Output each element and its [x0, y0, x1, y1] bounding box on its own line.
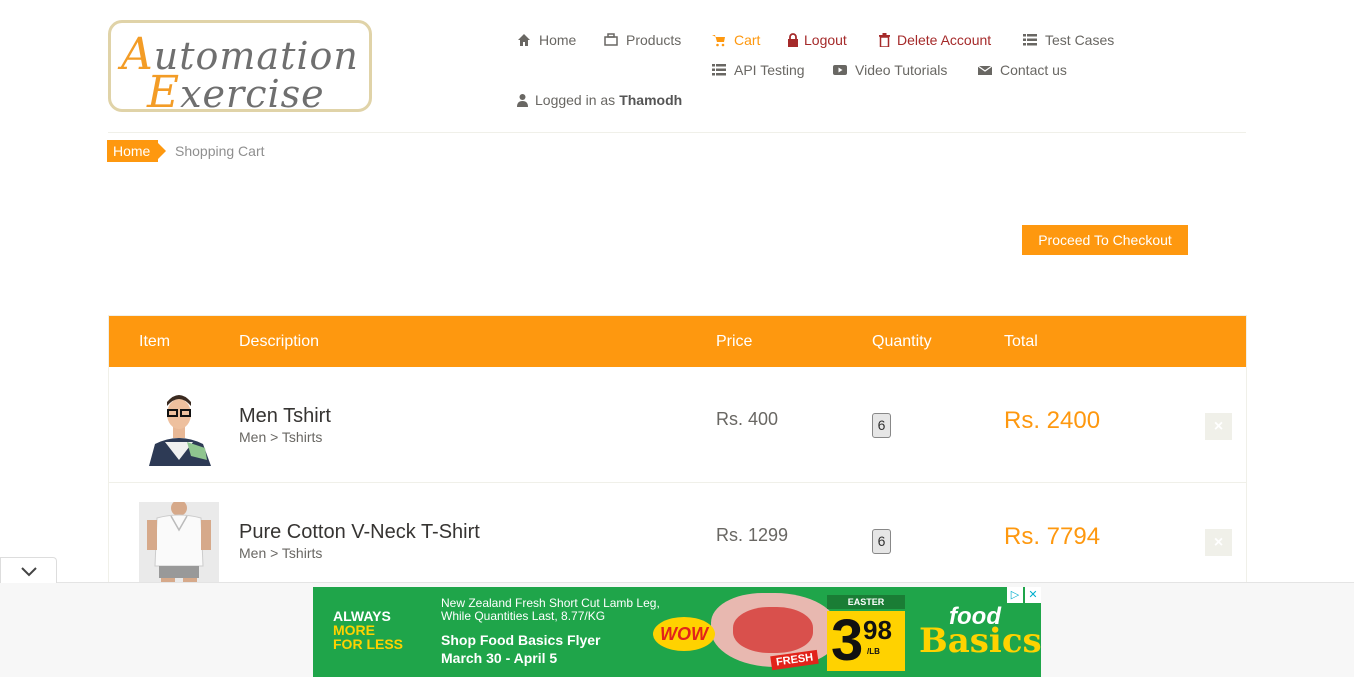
cart-table-header: Item Description Price Quantity Total — [109, 316, 1246, 367]
product-image[interactable] — [139, 386, 219, 466]
product-category: Men > Tshirts — [239, 429, 323, 445]
home-icon — [518, 34, 530, 46]
close-icon: × — [1213, 534, 1224, 551]
nav-video-tutorials[interactable]: Video Tutorials — [833, 62, 947, 78]
list-icon — [1023, 34, 1037, 46]
header-price: Price — [716, 333, 753, 350]
breadcrumb-current: Shopping Cart — [175, 143, 265, 159]
nav-cart[interactable]: Cart — [712, 32, 760, 48]
delete-item-button[interactable]: × — [1205, 413, 1232, 440]
ad-meat-image-center — [733, 607, 813, 653]
nav-home[interactable]: Home — [517, 32, 576, 48]
trash-icon — [879, 33, 890, 47]
nav-contact-us[interactable]: Contact us — [978, 62, 1067, 78]
nav-contact-us-label: Contact us — [1000, 62, 1067, 78]
product-thumbnail — [149, 395, 211, 466]
header-quantity: Quantity — [872, 333, 932, 350]
main-nav: Home Products Cart Logout Delete Account… — [0, 0, 1354, 130]
chevron-down-icon — [21, 567, 37, 577]
nav-cart-label: Cart — [734, 32, 761, 48]
nav-products[interactable]: Products — [604, 32, 681, 48]
header-description: Description — [239, 333, 320, 350]
nav-video-tutorials-label: Video Tutorials — [855, 62, 948, 78]
ad-flyer-text: Shop Food Basics Flyer March 30 - April … — [441, 632, 601, 666]
adchoices-icon[interactable]: ▷ — [1007, 587, 1023, 603]
proceed-to-checkout-button[interactable]: Proceed To Checkout — [1022, 225, 1188, 255]
user-icon — [517, 94, 528, 107]
product-price: Rs. 1299 — [716, 525, 789, 545]
shopping-cart-icon — [712, 35, 725, 47]
header-item: Item — [139, 333, 171, 350]
ad-brand-basics: Basics — [919, 621, 1041, 661]
nav-api-testing-label: API Testing — [734, 62, 805, 78]
nav-test-cases-label: Test Cases — [1045, 32, 1115, 48]
ad-slogan: ALWAYS MORE FOR LESS — [333, 608, 404, 652]
nav-logout[interactable]: Logout — [788, 32, 847, 48]
nav-delete-account-label: Delete Account — [897, 32, 992, 48]
product-thumbnail — [139, 502, 219, 582]
product-box-icon — [604, 33, 618, 46]
nav-test-cases[interactable]: Test Cases — [1023, 32, 1114, 48]
product-image[interactable] — [139, 502, 219, 582]
product-total: Rs. 7794 — [1004, 523, 1101, 550]
product-category: Men > Tshirts — [239, 545, 323, 561]
product-name-link[interactable]: Pure Cotton V-Neck T-Shirt — [239, 521, 480, 544]
quantity-display: 6 — [872, 529, 891, 554]
list-icon — [712, 64, 726, 76]
ad-wow-badge: WOW — [653, 617, 715, 651]
quantity-display: 6 — [872, 413, 891, 438]
close-icon: × — [1213, 418, 1224, 435]
breadcrumb-home[interactable]: Home — [107, 140, 167, 162]
cart-table: Item Description Price Quantity Total Me… — [108, 315, 1247, 615]
product-price: Rs. 400 — [716, 409, 779, 429]
advertisement-banner[interactable]: ALWAYS MORE FOR LESS New Zealand Fresh S… — [313, 587, 1041, 677]
table-row: Men Tshirt Men > Tshirts Rs. 400 6 Rs. 2… — [109, 367, 1246, 483]
logged-in-prefix: Logged in as — [535, 92, 616, 108]
ad-easter-label: EASTER SAVINGS — [827, 595, 905, 621]
ad-price-box: 3 98 /LB — [827, 611, 905, 671]
logged-in-username: Thamodh — [619, 92, 683, 108]
product-total: Rs. 2400 — [1004, 407, 1101, 434]
header-total: Total — [1004, 333, 1038, 350]
youtube-play-icon — [833, 65, 847, 75]
nav-logout-label: Logout — [804, 32, 847, 48]
nav-products-label: Products — [626, 32, 682, 48]
header-divider — [108, 132, 1246, 133]
nav-api-testing[interactable]: API Testing — [712, 62, 805, 78]
nav-home-label: Home — [539, 32, 577, 48]
ad-collapse-button[interactable] — [0, 557, 57, 583]
product-name-link[interactable]: Men Tshirt — [239, 405, 331, 428]
nav-delete-account[interactable]: Delete Account — [879, 32, 991, 48]
delete-item-button[interactable]: × — [1205, 529, 1232, 556]
logged-in-status: Logged in as Thamodh — [517, 92, 682, 108]
envelope-icon — [978, 65, 992, 75]
ad-close-icon[interactable]: ✕ — [1025, 587, 1041, 603]
lock-icon — [788, 33, 798, 47]
